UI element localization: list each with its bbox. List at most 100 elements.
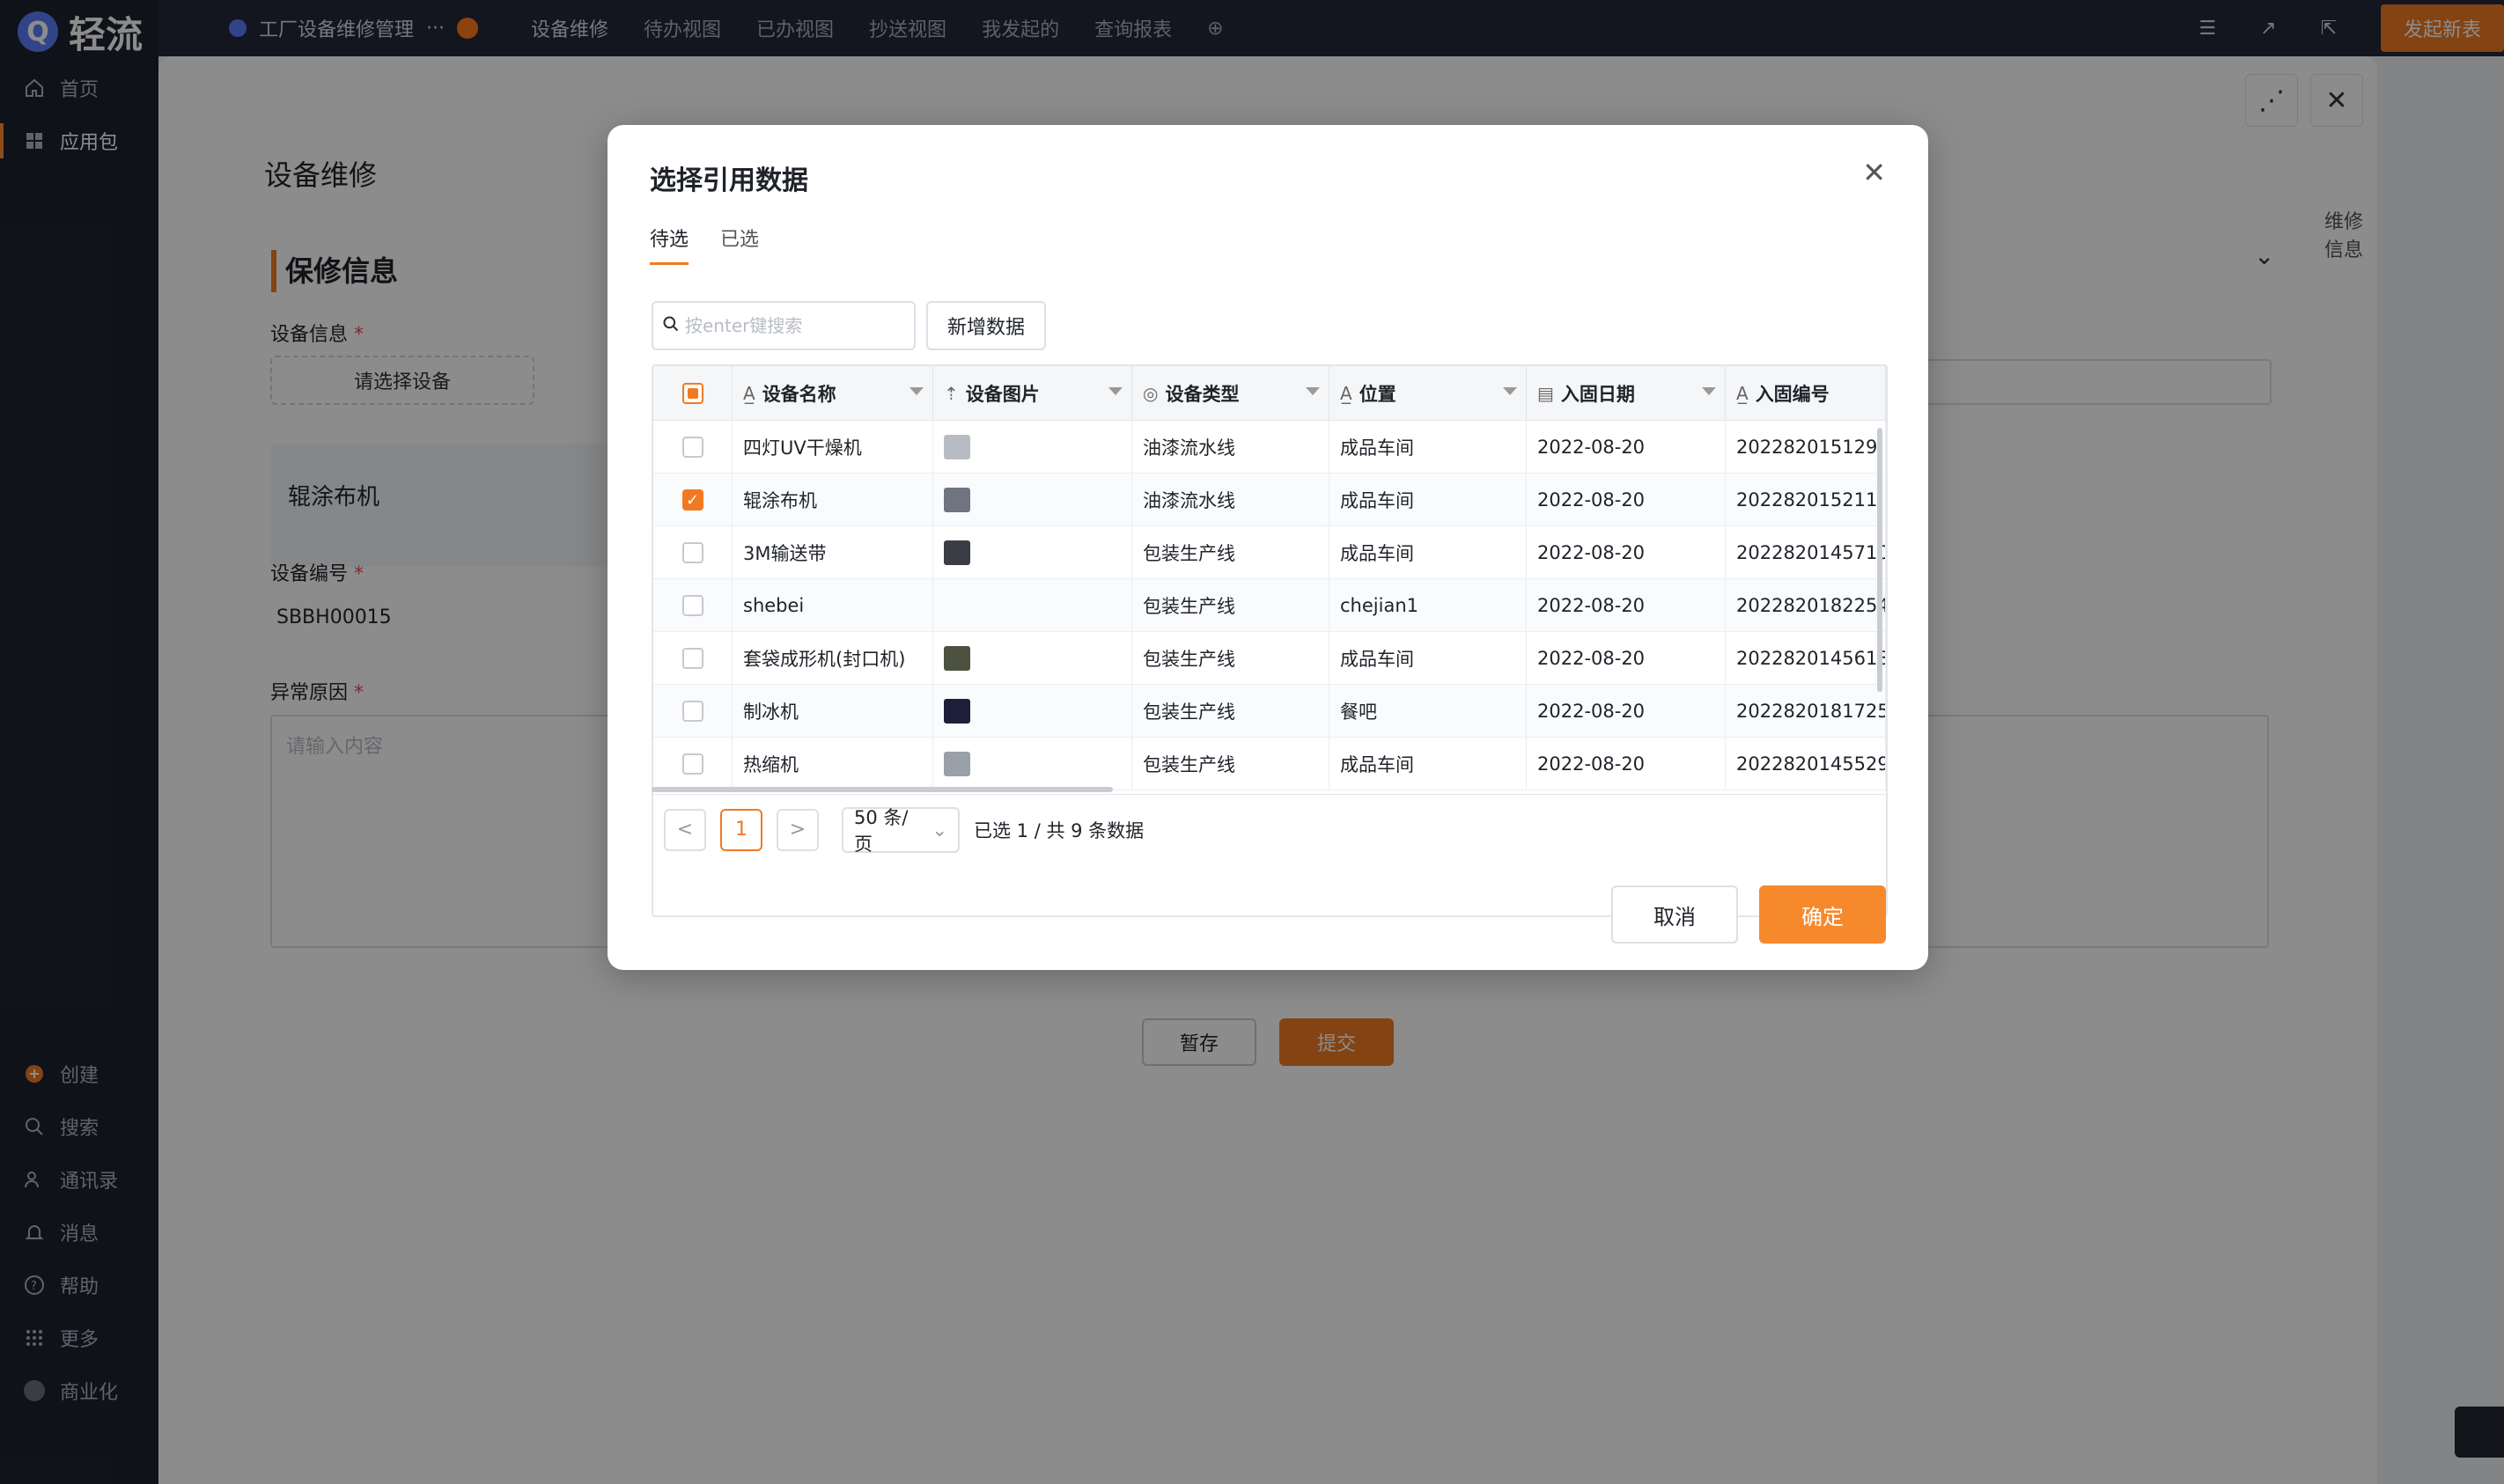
row-checkbox[interactable] [681, 437, 703, 458]
row-checkbox[interactable] [681, 753, 703, 775]
app-root: Q 轻流 首页 应用包 创建 搜索 通讯录 消息 ? 帮助 更多 商业化 工厂设… [0, 0, 2504, 1484]
search-icon [662, 315, 680, 336]
caret-down-icon [1702, 387, 1716, 395]
device-image[interactable] [944, 435, 970, 459]
cell-code: 2022820145618 [1726, 632, 1886, 685]
tab-pending[interactable]: 待选 [650, 224, 689, 265]
cell-location: 成品车间 [1329, 526, 1527, 579]
device-image[interactable] [944, 752, 970, 776]
device-image[interactable] [944, 540, 970, 565]
calendar-icon: ▤ [1537, 383, 1554, 404]
text-field-icon: A̲ [1736, 383, 1749, 404]
modal-tabs: 待选 已选 [650, 224, 759, 265]
cell-date: 2022-08-20 [1527, 579, 1726, 632]
table-header: A̲ 设备名称 ⇡ 设备图片 ◎ 设备类型 A̲ 位置 ▤ 入固日期 A̲ 入固编号 [653, 366, 1886, 421]
cell-date: 2022-08-20 [1527, 474, 1726, 526]
text-field-icon: A̲ [1340, 383, 1352, 404]
cell-location: 成品车间 [1329, 632, 1527, 685]
cell-name: 热缩机 [733, 738, 933, 790]
cell-location: 餐吧 [1329, 685, 1527, 738]
device-image-cell [933, 474, 1132, 526]
row-checkbox-cell [653, 738, 733, 790]
row-checkbox-cell [653, 579, 733, 632]
cell-code: 2022820182254 [1726, 579, 1886, 632]
device-image[interactable] [944, 699, 970, 724]
table-row[interactable]: 制冰机 包装生产线 餐吧 2022-08-20 2022820181725 [653, 685, 1886, 738]
cell-date: 2022-08-20 [1527, 632, 1726, 685]
device-image-cell [933, 685, 1132, 738]
select-icon: ◎ [1143, 383, 1159, 404]
row-checkbox[interactable] [681, 648, 703, 669]
cell-type: 包装生产线 [1132, 685, 1329, 738]
table-row[interactable]: 套袋成形机(封口机) 包装生产线 成品车间 2022-08-20 20228201456… [653, 632, 1886, 685]
device-image-cell [933, 738, 1132, 790]
column-header[interactable]: ⇡ 设备图片 [933, 366, 1132, 421]
chevron-down-icon: ⌄ [932, 819, 947, 841]
pagination-summary: 已选 1 / 共 9 条数据 [974, 819, 1145, 841]
cancel-button[interactable]: 取消 [1611, 885, 1738, 944]
row-checkbox[interactable]: ✓ [681, 489, 703, 511]
device-image-cell [933, 526, 1132, 579]
cell-type: 油漆流水线 [1132, 421, 1329, 474]
search-input[interactable] [685, 315, 896, 336]
cell-code: 202282015129 [1726, 421, 1886, 474]
caret-down-icon [1306, 387, 1320, 395]
select-all-checkbox[interactable] [681, 383, 703, 404]
text-field-icon: A̲ [743, 383, 755, 404]
prev-page-button[interactable]: < [664, 808, 706, 851]
caret-down-icon [1503, 387, 1517, 395]
cell-type: 包装生产线 [1132, 632, 1329, 685]
row-checkbox-cell: ✓ [653, 474, 733, 526]
row-checkbox[interactable] [681, 542, 703, 563]
upload-icon: ⇡ [944, 383, 959, 404]
row-checkbox[interactable] [681, 595, 703, 616]
cell-name: 制冰机 [733, 685, 933, 738]
device-image-cell [933, 632, 1132, 685]
cell-type: 油漆流水线 [1132, 474, 1329, 526]
horizontal-scrollbar[interactable] [652, 787, 1113, 792]
close-icon[interactable]: ✕ [1862, 158, 1886, 187]
cell-code: 2022820145710 [1726, 526, 1886, 579]
cell-location: 成品车间 [1329, 474, 1527, 526]
confirm-button[interactable]: 确定 [1759, 885, 1886, 944]
cell-date: 2022-08-20 [1527, 421, 1726, 474]
device-image[interactable] [944, 646, 970, 671]
cell-name: shebei [733, 579, 933, 632]
device-image[interactable] [944, 488, 970, 512]
column-header[interactable]: A̲ 位置 [1329, 366, 1527, 421]
modal-title: 选择引用数据 [650, 165, 808, 196]
row-checkbox[interactable] [681, 701, 703, 722]
cell-name: 四灯UV干燥机 [733, 421, 933, 474]
device-image-cell [933, 421, 1132, 474]
column-header[interactable]: A̲ 入固编号 [1726, 366, 1886, 421]
table-row[interactable]: 四灯UV干燥机 油漆流水线 成品车间 2022-08-20 202282015129 [653, 421, 1886, 474]
next-page-button[interactable]: > [777, 808, 819, 851]
cell-date: 2022-08-20 [1527, 685, 1726, 738]
column-header[interactable]: A̲ 设备名称 [733, 366, 933, 421]
vertical-scrollbar[interactable] [1877, 428, 1882, 692]
caret-down-icon [910, 387, 924, 395]
select-reference-modal: 选择引用数据 ✕ 待选 已选 新增数据 A̲设备名称 ⇡设备图片 ◎设备类型 A… [608, 125, 1928, 970]
table-row[interactable]: shebei 包装生产线 chejian1 2022-08-20 20228201822… [653, 579, 1886, 632]
add-data-button[interactable]: 新增数据 [926, 301, 1046, 350]
table-row[interactable]: 热缩机 包装生产线 成品车间 2022-08-20 2022820145529 [653, 738, 1886, 790]
search-box [652, 301, 916, 350]
cell-code: 202282015211 [1726, 474, 1886, 526]
cell-location: 成品车间 [1329, 421, 1527, 474]
column-header[interactable]: ◎ 设备类型 [1132, 366, 1329, 421]
row-checkbox-cell [653, 526, 733, 579]
caret-down-icon [1108, 387, 1123, 395]
cell-location: 成品车间 [1329, 738, 1527, 790]
row-checkbox-cell [653, 632, 733, 685]
column-header[interactable]: ▤ 入固日期 [1527, 366, 1726, 421]
cell-code: 2022820181725 [1726, 685, 1886, 738]
table-body: 四灯UV干燥机 油漆流水线 成品车间 2022-08-20 202282015129 ✓ 辊… [653, 421, 1886, 790]
row-checkbox-cell [653, 421, 733, 474]
table-row[interactable]: 3M输送带 包装生产线 成品车间 2022-08-20 2022820145710 [653, 526, 1886, 579]
page-button[interactable]: 1 [720, 808, 762, 851]
device-image-cell [933, 579, 1132, 632]
tab-selected[interactable]: 已选 [720, 224, 759, 265]
table-row[interactable]: ✓ 辊涂布机 油漆流水线 成品车间 2022-08-20 202282015211 [653, 474, 1886, 526]
page-size-select[interactable]: 50 条/页 ⌄ [842, 806, 960, 855]
select-all-cell [653, 366, 733, 421]
